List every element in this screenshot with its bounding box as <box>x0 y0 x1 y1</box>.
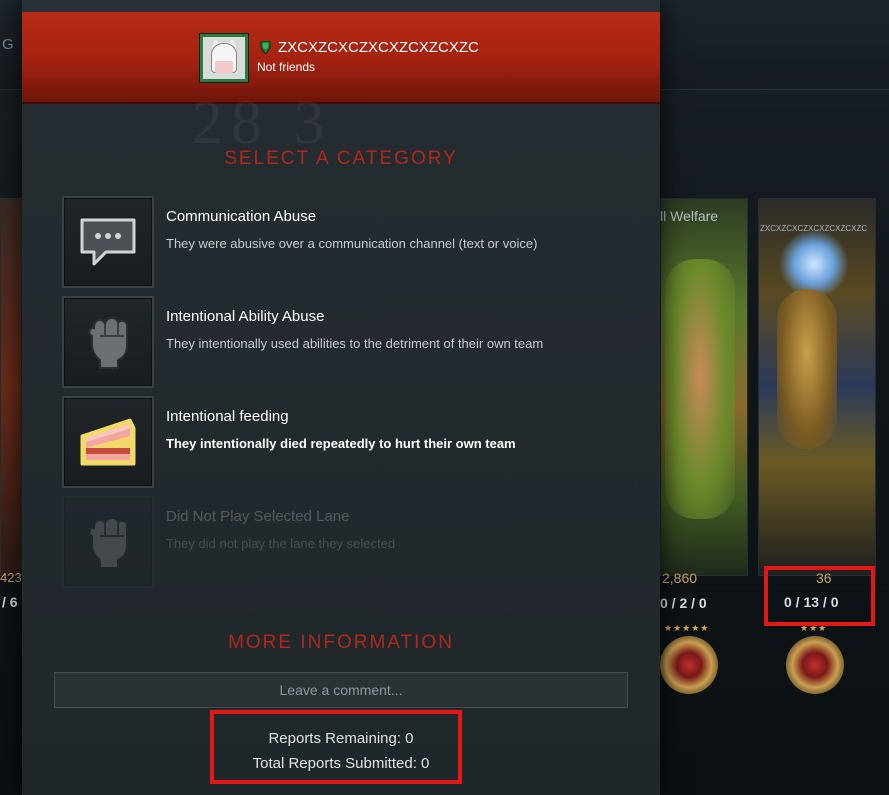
fist-icon <box>88 316 129 369</box>
friend-status: Not friends <box>257 60 316 74</box>
select-category-heading: SELECT A CATEGORY <box>224 148 458 169</box>
rank-pip-icon <box>260 41 271 54</box>
category-icon-frame <box>62 396 154 488</box>
hero-card-mid[interactable] <box>660 198 748 576</box>
category-title: Communication Abuse <box>166 208 317 225</box>
category-icon-frame <box>62 496 154 588</box>
category-communication-abuse[interactable]: Communication Abuse They were abusive ov… <box>62 196 622 288</box>
hero-portrait-mid <box>665 259 735 519</box>
mid-card-name: ll Welfare <box>660 208 719 224</box>
category-title: Did Not Play Selected Lane <box>166 508 350 525</box>
category-intentional-feeding[interactable]: Intentional feeding They intentionally d… <box>62 396 622 488</box>
hero-glow <box>779 229 849 299</box>
hero-portrait-right <box>777 289 837 449</box>
kda-highlight-box <box>764 566 875 626</box>
category-description: They intentionally used abilities to the… <box>166 336 544 351</box>
chat-bubble-icon <box>80 218 136 266</box>
category-title: Intentional feeding <box>166 408 289 425</box>
category-did-not-play-selected-lane: Did Not Play Selected Lane They did not … <box>62 496 622 588</box>
category-title: Intentional Ability Abuse <box>166 308 325 325</box>
background-left-letter: G <box>2 36 14 53</box>
mid-rank-medal <box>660 636 718 694</box>
modal-header: ZXCXZCXCZXCXZCXZCXZC Not friends <box>22 12 660 104</box>
player-avatar[interactable] <box>200 34 248 82</box>
category-icon-frame <box>62 196 154 288</box>
more-information-heading: MORE INFORMATION <box>228 632 454 653</box>
reports-highlight-box <box>210 710 462 784</box>
right-card-name: ZXCXZCXCZXCXZCXZCXZC <box>760 224 868 233</box>
mid-networth: 2,860 <box>662 570 698 586</box>
category-icon-frame <box>62 296 154 388</box>
category-description: They were abusive over a communication c… <box>166 236 538 251</box>
category-intentional-ability-abuse[interactable]: Intentional Ability Abuse They intention… <box>62 296 622 388</box>
report-player-modal: ZXCXZCXCZXCXZCXZCXZC Not friends 28 3 SE… <box>22 0 660 795</box>
category-description: They did not play the lane they selected <box>166 536 396 551</box>
cake-icon <box>80 418 136 466</box>
left-networth: 423 <box>0 570 22 585</box>
modal-top-strip <box>22 0 660 12</box>
left-kda: / 6 <box>2 594 18 610</box>
hero-card-right[interactable] <box>758 198 876 576</box>
mid-rank-stars: ★★★★★ <box>664 623 710 633</box>
player-name: ZXCXZCXCZXCXZCXZCXZC <box>278 39 478 56</box>
fist-icon <box>88 516 129 569</box>
mid-kda: 0 / 2 / 0 <box>660 595 707 611</box>
hero-card-left[interactable] <box>0 198 22 576</box>
category-description: They intentionally died repeatedly to hu… <box>166 436 516 451</box>
right-rank-medal <box>786 636 844 694</box>
comment-input[interactable] <box>54 672 628 708</box>
